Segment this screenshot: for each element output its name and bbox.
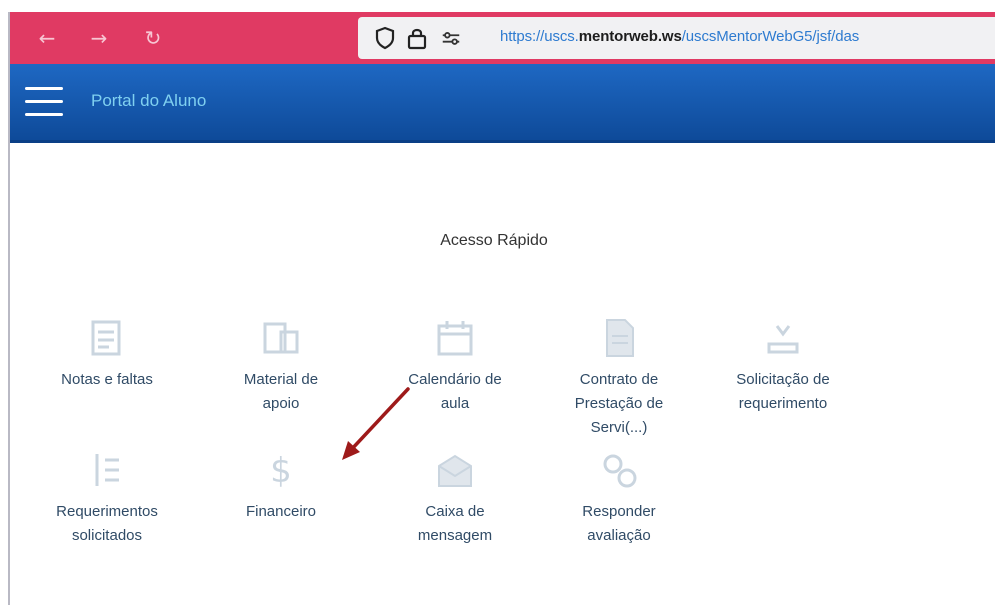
materials-icon — [257, 314, 305, 362]
tile-label: Notas e faltas — [61, 371, 153, 388]
grades-icon — [83, 314, 131, 362]
back-arrow-icon[interactable]: ← — [32, 23, 62, 53]
tile-contrato-de-prestacao[interactable]: Contrato de Prestação de Servi(...) — [544, 314, 694, 440]
browser-toolbar: ← → ↻ https://uscs.mentorweb.ws/uscsMent… — [10, 12, 995, 64]
tile-label: Requerimentos solicitados — [56, 503, 158, 544]
portal-title[interactable]: Portal do Aluno — [91, 91, 206, 111]
annotation-arrow-icon — [342, 387, 410, 460]
tile-notas-e-faltas[interactable]: Notas e faltas — [32, 314, 182, 392]
url-text[interactable]: https://uscs.mentorweb.ws/uscsMentorWebG… — [500, 28, 859, 45]
request-icon — [759, 314, 807, 362]
lock-icon[interactable] — [406, 26, 428, 50]
tile-label: Solicitação de requerimento — [736, 371, 830, 412]
tile-requerimentos-solicitados[interactable]: Requerimentos solicitados — [32, 446, 182, 548]
dollar-icon: $ — [257, 446, 305, 494]
contract-icon — [595, 314, 643, 362]
tile-label: Contrato de Prestação de Servi(...) — [574, 371, 664, 436]
tile-label: Responder avaliação — [582, 503, 656, 544]
sliders-icon[interactable] — [440, 26, 462, 50]
url-domain: mentorweb.ws — [578, 28, 682, 45]
url-prefix: https://uscs. — [500, 28, 579, 45]
tile-label: Caixa de mensagem — [417, 503, 493, 544]
list-icon — [83, 446, 131, 494]
tile-responder-avaliacao[interactable]: Responder avaliação — [544, 446, 694, 548]
shield-icon[interactable] — [374, 26, 396, 50]
quick-access-title: Acesso Rápido — [440, 232, 548, 249]
evaluation-icon — [595, 446, 643, 494]
reload-icon[interactable]: ↻ — [138, 23, 168, 53]
url-path: /uscsMentorWebG5/jsf/das — [681, 28, 860, 45]
hamburger-menu-icon[interactable] — [25, 87, 63, 117]
browser-window: ← → ↻ https://uscs.mentorweb.ws/uscsMent… — [8, 12, 995, 605]
tile-solicitacao-de-requerimento[interactable]: Solicitação de requerimento — [708, 314, 858, 416]
app-header: Portal do Aluno — [10, 64, 995, 143]
main-content: Acesso Rápido Notas e faltas Material de… — [10, 146, 995, 605]
inbox-icon — [431, 446, 479, 494]
tile-label: Financeiro — [245, 503, 317, 520]
calendar-icon — [431, 314, 479, 362]
svg-text:$: $ — [270, 451, 292, 491]
address-bar[interactable]: https://uscs.mentorweb.ws/uscsMentorWebG… — [358, 17, 995, 59]
forward-arrow-icon[interactable]: → — [84, 23, 114, 53]
